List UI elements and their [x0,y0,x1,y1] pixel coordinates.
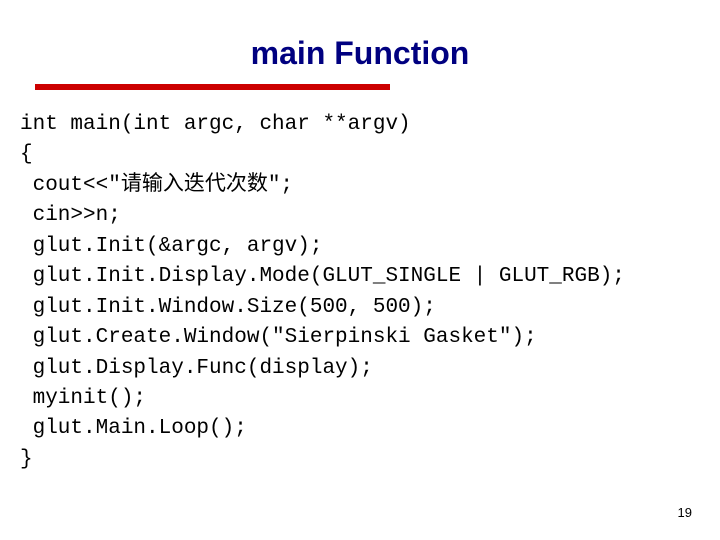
code-line: cout<<"请输入迭代次数"; [20,174,293,197]
code-block: int main(int argc, char **argv) { cout<<… [20,110,700,475]
code-line: myinit(); [20,387,146,410]
page-number: 19 [678,505,692,520]
code-line: glut.Create.Window("Sierpinski Gasket"); [20,326,537,349]
code-line: glut.Init.Window.Size(500, 500); [20,296,436,319]
slide: main Function int main(int argc, char **… [0,0,720,540]
code-line: cin>>n; [20,204,121,227]
code-line: } [20,448,33,471]
code-line: glut.Init.Display.Mode(GLUT_SINGLE | GLU… [20,265,625,288]
code-line: int main(int argc, char **argv) [20,113,411,136]
code-line: { [20,143,33,166]
code-line: glut.Display.Func(display); [20,357,373,380]
code-line: glut.Main.Loop(); [20,417,247,440]
code-line: glut.Init(&argc, argv); [20,235,322,258]
slide-title: main Function [20,35,700,72]
title-underline [35,84,390,90]
